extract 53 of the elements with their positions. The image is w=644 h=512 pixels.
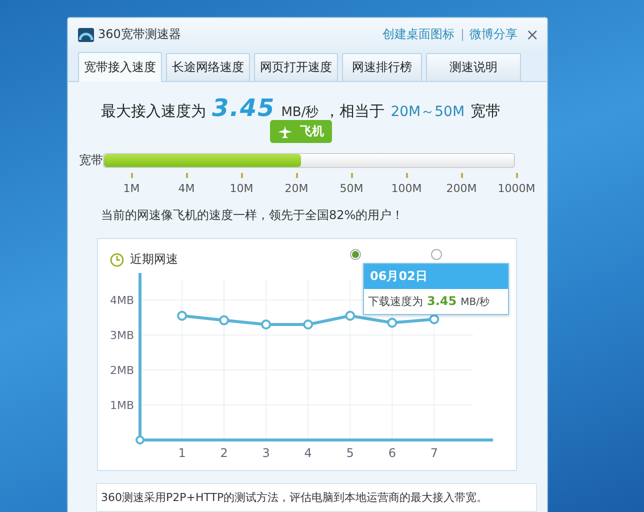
headline-text: 宽带 xyxy=(470,102,501,121)
scale-label: 10M xyxy=(230,182,254,195)
clock-icon xyxy=(110,252,124,266)
radio-button[interactable] xyxy=(350,249,361,260)
bar-label: 宽带 xyxy=(78,152,103,169)
x-tick-label: 7 xyxy=(430,446,438,460)
y-tick-label: 2MB xyxy=(110,364,134,377)
scale-label: 200M xyxy=(446,182,477,195)
airplane-icon xyxy=(278,126,292,138)
scale-label: 100M xyxy=(391,182,422,195)
close-button[interactable]: × xyxy=(526,26,539,42)
tab[interactable]: 宽带接入速度 xyxy=(78,52,162,82)
x-tick-label: 4 xyxy=(304,446,312,460)
x-tick-label: 5 xyxy=(346,446,354,460)
data-point[interactable] xyxy=(303,320,314,330)
window-title: 360宽带测速器 xyxy=(98,26,181,43)
tooltip-label: 下载速度为 xyxy=(368,294,423,309)
tab[interactable]: 网页打开速度 xyxy=(254,53,338,81)
y-tick-label: 3MB xyxy=(110,329,134,342)
data-point[interactable] xyxy=(177,310,188,321)
tab[interactable]: 长途网络速度 xyxy=(166,53,250,81)
x-tick-label: 1 xyxy=(178,446,186,460)
x-tick-label: 6 xyxy=(388,446,396,460)
scale-label: 1000M xyxy=(498,182,536,195)
scale-label: 50M xyxy=(340,182,364,195)
tooltip-date: 06月02日 xyxy=(364,264,508,289)
speed-value: 3.45 xyxy=(212,94,276,122)
data-point[interactable] xyxy=(219,315,230,326)
footer-note: 360测速采用P2P+HTTP的测试方法，评估电脑到本地运营商的最大接入带宽。 xyxy=(96,483,537,512)
summary-text: 当前的网速像飞机的速度一样，领先于全国82%的用户！ xyxy=(101,207,405,224)
headline-text: ，相当于 xyxy=(324,102,385,121)
data-point[interactable] xyxy=(345,310,356,321)
data-point[interactable] xyxy=(387,318,398,328)
y-tick-label: 4MB xyxy=(110,294,134,307)
data-point[interactable] xyxy=(261,320,272,330)
x-tick-label: 2 xyxy=(220,446,228,460)
scale-label: 20M xyxy=(284,182,308,195)
scale-label: 1M xyxy=(123,182,140,195)
speedometer-icon xyxy=(78,28,94,42)
y-tick-label: 1MB xyxy=(110,399,134,412)
headline-text: 最大接入速度为 xyxy=(101,102,206,121)
chart-title: 近期网速 xyxy=(130,251,178,268)
radio-button[interactable] xyxy=(431,249,442,260)
tooltip-value: 3.45 xyxy=(427,294,457,308)
data-point[interactable] xyxy=(429,314,440,324)
tooltip-unit: MB/秒 xyxy=(460,296,490,309)
tab[interactable]: 测速说明 xyxy=(426,53,521,81)
x-tick-label: 3 xyxy=(262,446,270,460)
speed-unit: MB/秒 xyxy=(281,104,319,121)
level-badge: 飞机 xyxy=(270,120,332,143)
tab[interactable]: 网速排行榜 xyxy=(342,53,422,81)
bandwidth-range: 20M～50M xyxy=(390,103,465,121)
scale-label: 4M xyxy=(178,182,195,195)
